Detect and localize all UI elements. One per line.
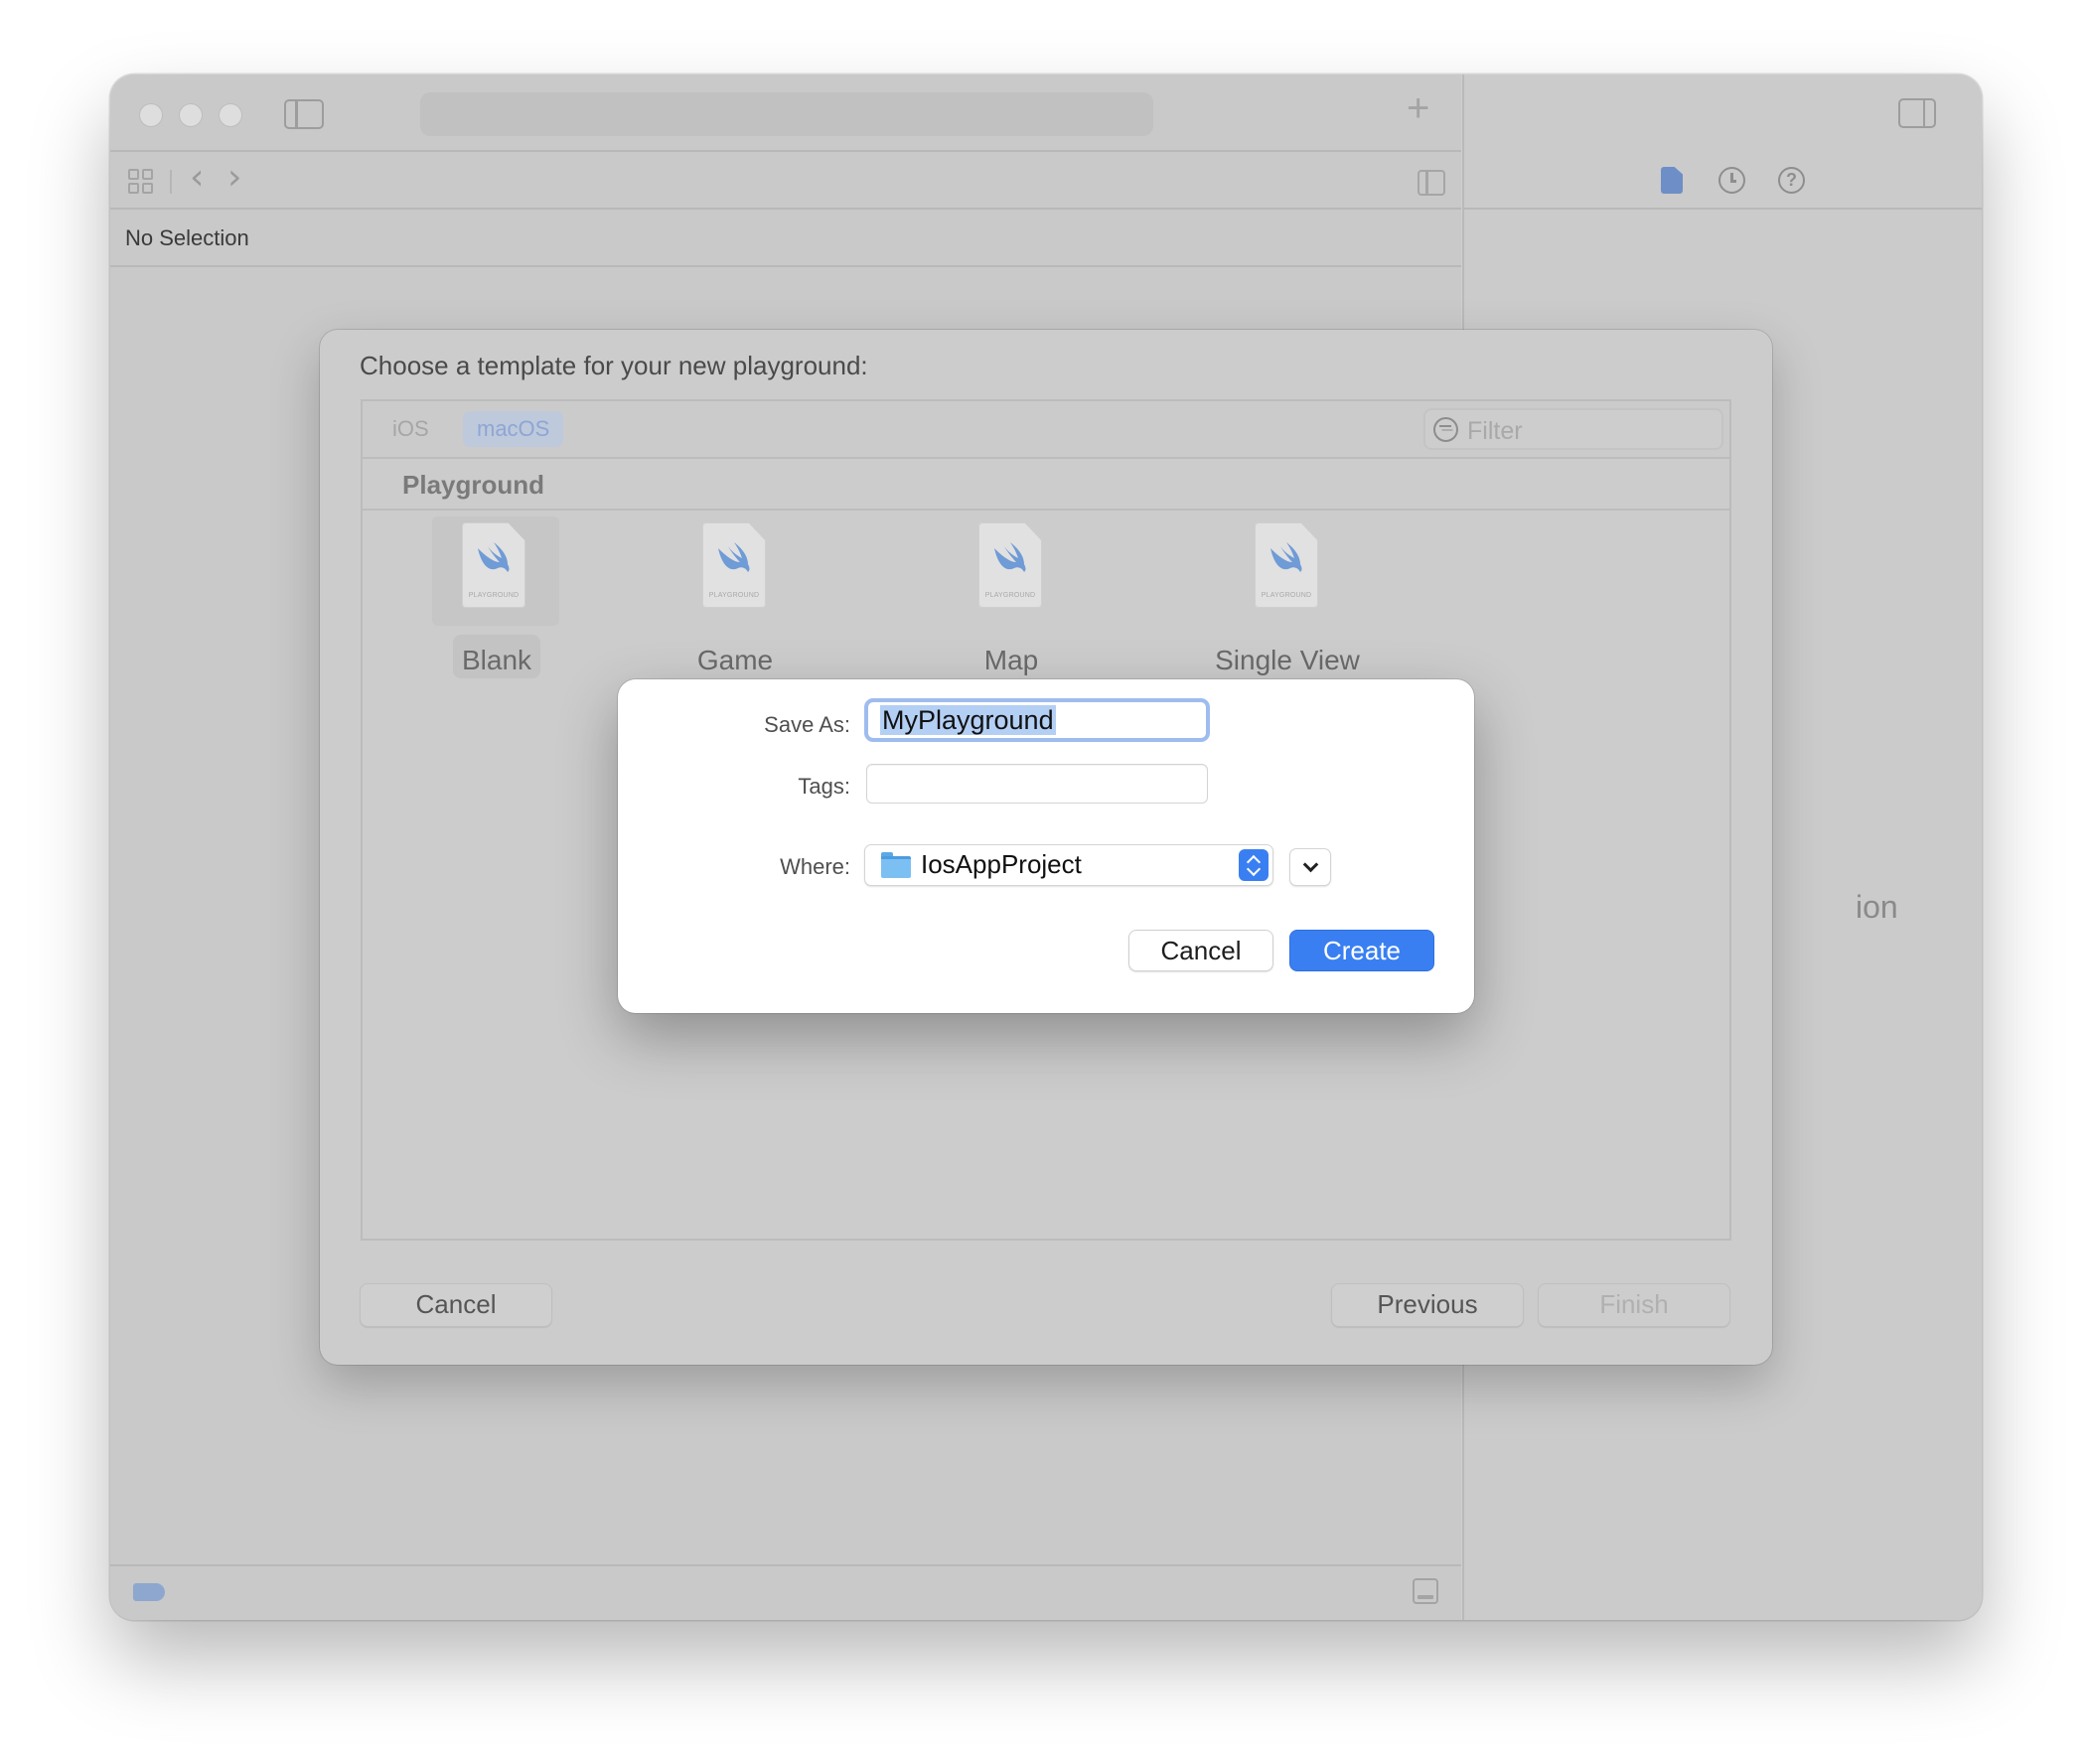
playground-file-icon: PLAYGROUND xyxy=(978,522,1042,608)
playground-file-icon: PLAYGROUND xyxy=(462,522,525,608)
dialog-cancel-button[interactable]: Cancel xyxy=(1128,930,1273,971)
expand-chevron-button[interactable] xyxy=(1289,848,1331,886)
inspector-toggle-icon[interactable] xyxy=(1898,98,1936,128)
console-toggle-icon[interactable] xyxy=(1413,1578,1438,1604)
inspector-tabs: ? xyxy=(1464,154,1982,210)
no-selection-label: No Selection xyxy=(125,225,249,250)
filter-placeholder: Filter xyxy=(1467,417,1523,445)
folder-icon xyxy=(881,852,911,878)
sheet-title: Choose a template for your new playgroun… xyxy=(360,351,868,380)
debug-bar xyxy=(110,1564,1461,1620)
path-bar: No Selection xyxy=(110,212,1461,267)
editor-jump-bar: ‹ › xyxy=(110,154,1461,210)
save-dialog: Save As: MyPlayground Tags: Where: IosAp… xyxy=(618,679,1474,1013)
filter-field[interactable]: Filter xyxy=(1423,408,1723,450)
minimize-window-button[interactable] xyxy=(179,103,203,127)
back-chevron-icon[interactable]: ‹ xyxy=(190,160,204,196)
create-button[interactable]: Create xyxy=(1289,930,1434,971)
template-name: Map xyxy=(983,645,1039,675)
platform-tab-bar: iOS macOS Filter xyxy=(363,401,1729,459)
history-inspector-icon[interactable] xyxy=(1718,167,1745,194)
template-name: Blank xyxy=(461,645,532,675)
activity-viewer xyxy=(420,92,1153,136)
file-inspector-icon[interactable] xyxy=(1661,167,1683,194)
tab-macos[interactable]: macOS xyxy=(463,411,564,447)
finish-button[interactable]: Finish xyxy=(1538,1283,1730,1327)
save-as-input[interactable]: MyPlayground xyxy=(864,698,1210,742)
template-game[interactable]: PLAYGROUND Game xyxy=(636,513,834,701)
tag-icon[interactable] xyxy=(133,1583,165,1601)
navigator-toggle-icon[interactable] xyxy=(284,99,324,129)
close-window-button[interactable] xyxy=(139,103,163,127)
playground-file-icon: PLAYGROUND xyxy=(702,522,766,608)
where-popup[interactable]: IosAppProject xyxy=(864,844,1273,886)
tab-ios[interactable]: iOS xyxy=(378,411,443,447)
section-header: Playground xyxy=(363,459,1729,511)
template-blank[interactable]: PLAYGROUND Blank xyxy=(363,513,561,701)
add-editor-icon[interactable] xyxy=(1418,170,1445,196)
forward-chevron-icon[interactable]: › xyxy=(227,160,241,196)
where-label: Where: xyxy=(780,854,850,879)
template-single-view[interactable]: PLAYGROUND Single View xyxy=(1188,513,1387,701)
template-name: Game xyxy=(696,645,774,675)
inspector-placeholder-text: ion xyxy=(1856,889,1898,925)
title-bar: + xyxy=(110,74,1461,152)
filter-icon xyxy=(1433,417,1458,442)
sheet-cancel-button[interactable]: Cancel xyxy=(360,1283,552,1327)
save-as-value: MyPlayground xyxy=(880,705,1056,735)
section-title: Playground xyxy=(402,470,545,500)
template-map[interactable]: PLAYGROUND Map xyxy=(912,513,1111,701)
playground-file-icon: PLAYGROUND xyxy=(1255,522,1318,608)
popup-stepper-icon xyxy=(1239,849,1269,881)
library-plus-icon[interactable]: + xyxy=(1407,88,1429,128)
previous-button[interactable]: Previous xyxy=(1331,1283,1524,1327)
quick-help-icon[interactable]: ? xyxy=(1778,167,1805,194)
save-as-label: Save As: xyxy=(764,712,850,737)
tags-input[interactable] xyxy=(866,764,1208,804)
zoom-window-button[interactable] xyxy=(219,103,242,127)
where-value: IosAppProject xyxy=(921,849,1082,879)
related-items-grid-icon[interactable] xyxy=(128,169,155,196)
tags-label: Tags: xyxy=(798,774,850,799)
toolbar-divider xyxy=(170,170,172,194)
template-name: Single View xyxy=(1215,645,1360,675)
